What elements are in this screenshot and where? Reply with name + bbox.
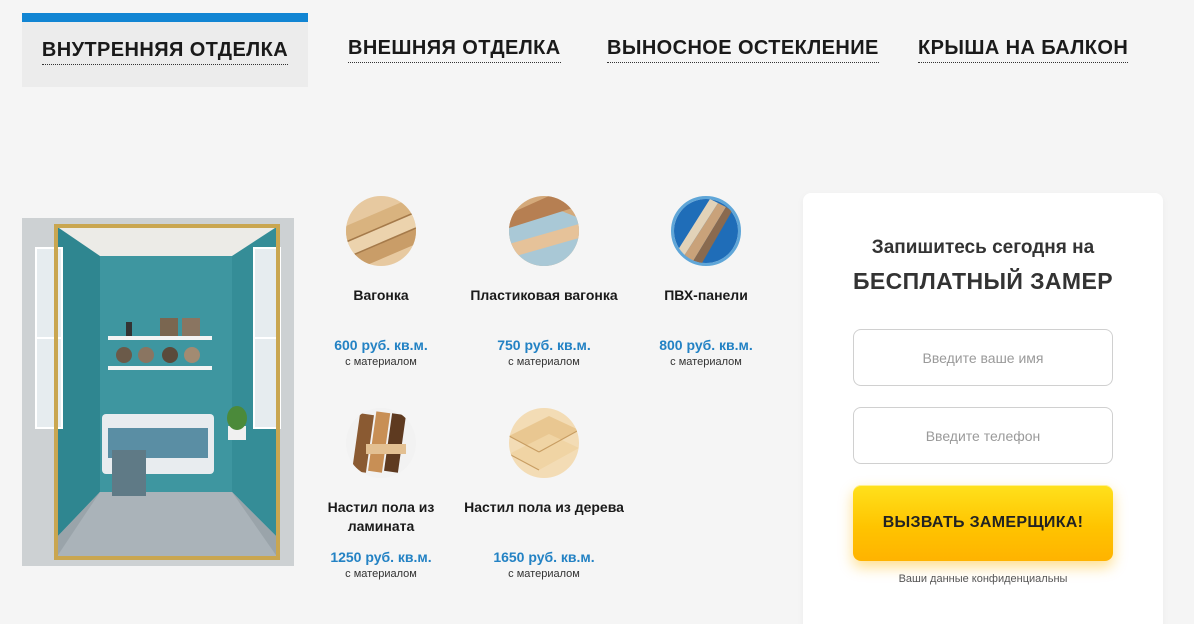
form-title: Запишитесь сегодня на bbox=[871, 237, 1095, 258]
call-measurer-button[interactable]: ВЫЗВАТЬ ЗАМЕРЩИКА! bbox=[853, 485, 1113, 561]
product-price: 800 руб. кв.м. bbox=[659, 337, 753, 353]
wood-lining-icon bbox=[346, 196, 416, 266]
privacy-note: Ваши данные конфиденциальны bbox=[898, 573, 1068, 585]
tab-exterior-finishing[interactable]: ВНЕШНЯЯ ОТДЕЛКА bbox=[348, 13, 561, 87]
product-card-plastic-lining[interactable]: Пластиковая вагонка 750 руб. кв.м. с мат… bbox=[463, 196, 625, 369]
tab-label: ВНЕШНЯЯ ОТДЕЛКА bbox=[348, 37, 561, 63]
tab-extended-glazing[interactable]: ВЫНОСНОЕ ОСТЕКЛЕНИЕ bbox=[607, 13, 879, 87]
tab-bar: ВНУТРЕННЯЯ ОТДЕЛКА ВНЕШНЯЯ ОТДЕЛКА ВЫНОС… bbox=[22, 13, 1162, 87]
product-price: 1650 руб. кв.м. bbox=[493, 549, 595, 565]
product-card-pvc-panels[interactable]: ПВХ-панели 800 руб. кв.м. с материалом bbox=[625, 196, 787, 369]
product-name: Настил пола из ламината bbox=[327, 499, 435, 534]
tab-interior-finishing[interactable]: ВНУТРЕННЯЯ ОТДЕЛКА bbox=[22, 13, 308, 87]
phone-input[interactable] bbox=[853, 407, 1113, 464]
product-price: 1250 руб. кв.м. bbox=[330, 549, 432, 565]
product-card-wood-lining[interactable]: Вагонка 600 руб. кв.м. с материалом bbox=[300, 196, 462, 369]
plastic-lining-icon bbox=[509, 196, 579, 266]
product-note: с материалом bbox=[345, 356, 417, 368]
tab-balcony-roof[interactable]: КРЫША НА БАЛКОН bbox=[918, 13, 1129, 87]
product-name: ПВХ-панели bbox=[664, 287, 748, 303]
wood-floor-icon bbox=[509, 408, 579, 478]
product-note: с материалом bbox=[508, 568, 580, 580]
tab-label: КРЫША НА БАЛКОН bbox=[918, 37, 1129, 63]
laminate-icon bbox=[346, 408, 416, 478]
product-note: с материалом bbox=[345, 568, 417, 580]
tab-label: ВЫНОСНОЕ ОСТЕКЛЕНИЕ bbox=[607, 37, 879, 63]
product-note: с материалом bbox=[508, 356, 580, 368]
product-card-wood-floor[interactable]: Настил пола из дерева 1650 руб. кв.м. с … bbox=[463, 408, 625, 581]
name-input[interactable] bbox=[853, 329, 1113, 386]
product-grid: Вагонка 600 руб. кв.м. с материалом Плас… bbox=[300, 196, 790, 616]
product-price: 750 руб. кв.м. bbox=[497, 337, 591, 353]
pvc-panels-icon bbox=[671, 196, 741, 266]
product-name: Настил пола из дерева bbox=[464, 499, 624, 515]
product-name: Пластиковая вагонка bbox=[470, 287, 618, 303]
measurement-request-form: Запишитесь сегодня на БЕСПЛАТНЫЙ ЗАМЕР В… bbox=[803, 193, 1163, 624]
product-card-laminate[interactable]: Настил пола из ламината 1250 руб. кв.м. … bbox=[300, 408, 462, 581]
product-price: 600 руб. кв.м. bbox=[334, 337, 428, 353]
form-subtitle: БЕСПЛАТНЫЙ ЗАМЕР bbox=[853, 268, 1113, 294]
balcony-interior-image bbox=[22, 218, 294, 566]
product-name: Вагонка bbox=[353, 287, 409, 303]
product-note: с материалом bbox=[670, 356, 742, 368]
tab-label: ВНУТРЕННЯЯ ОТДЕЛКА bbox=[41, 39, 289, 65]
